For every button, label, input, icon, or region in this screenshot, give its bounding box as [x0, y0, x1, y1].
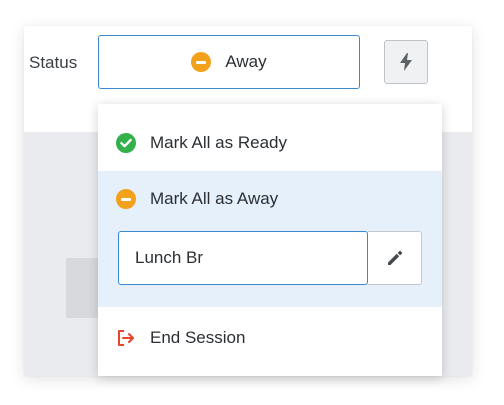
quick-action-button[interactable]: [384, 40, 428, 84]
mark-all-ready-label: Mark All as Ready: [150, 133, 287, 152]
check-circle-icon: [116, 133, 136, 153]
pencil-icon: [387, 250, 402, 265]
bolt-icon: [400, 53, 412, 71]
mark-all-ready-item[interactable]: Mark All as Ready: [98, 122, 442, 164]
status-label: Status: [29, 53, 78, 72]
away-reason-input[interactable]: [118, 231, 368, 285]
minus-circle-icon: [116, 189, 136, 209]
edit-reason-button[interactable]: [368, 231, 422, 285]
status-menu: Mark All as Ready Mark All as Away End S…: [98, 104, 442, 376]
end-session-label: End Session: [150, 328, 246, 347]
mark-all-away-label: Mark All as Away: [150, 189, 279, 208]
end-session-item[interactable]: End Session: [98, 316, 442, 360]
status-dropdown[interactable]: Away: [98, 35, 360, 89]
sign-out-icon: [118, 330, 134, 346]
away-status-icon: [191, 52, 212, 72]
status-value: Away: [225, 52, 267, 71]
status-panel: Status Away Mark All as Ready Mark All a…: [24, 26, 472, 376]
mark-all-away-item[interactable]: Mark All as Away: [98, 177, 442, 221]
away-section: Mark All as Away: [98, 171, 442, 307]
